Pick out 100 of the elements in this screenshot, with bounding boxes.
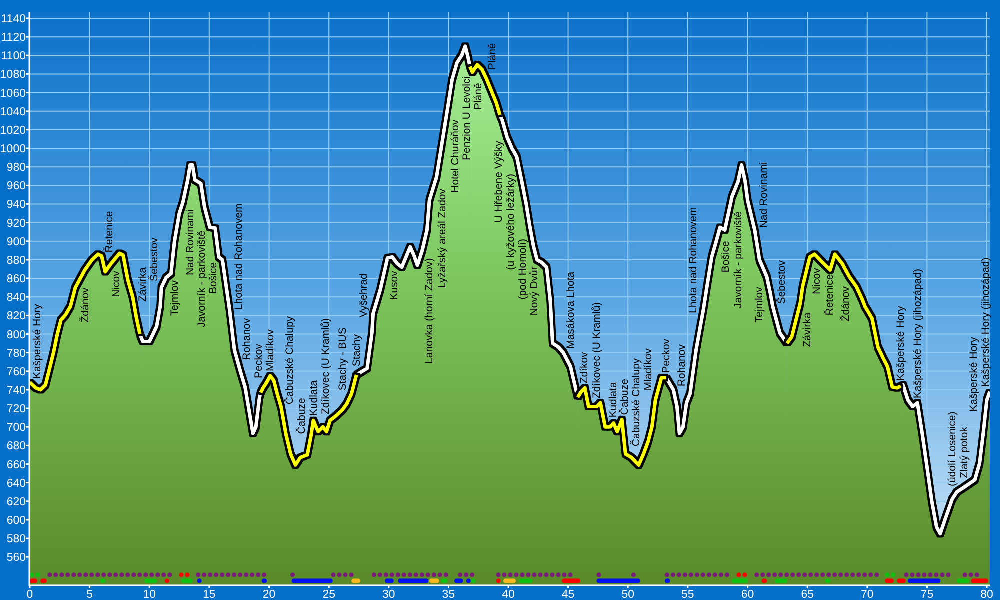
y-tick-label: 1040 bbox=[0, 106, 26, 118]
waypoint-label: Čabuze bbox=[296, 398, 308, 434]
waypoint-label: Šebestov bbox=[148, 238, 161, 282]
x-tick-label: 20 bbox=[262, 589, 276, 600]
x-tick-label: 10 bbox=[143, 589, 156, 600]
waypoint-label: Masákova Lhota bbox=[565, 272, 578, 349]
x-tick-label: 60 bbox=[741, 589, 754, 600]
waypoint-label: Zdíkovec (U Kramlů) bbox=[320, 318, 332, 415]
waypoint-label: (údolí Losenice) bbox=[946, 412, 958, 486]
waypoint-label: Kašperské Hory bbox=[968, 337, 980, 412]
waypoint-label: (u kyžového ležárky) bbox=[505, 174, 517, 270]
y-tick-label: 1020 bbox=[0, 124, 26, 137]
y-tick-label: 940 bbox=[6, 199, 26, 212]
waypoint-label: Řetenice bbox=[824, 274, 836, 316]
waypoint-label: Stachy bbox=[350, 334, 363, 367]
waypoint-label: Pláně bbox=[472, 83, 484, 110]
waypoint-label: Nicov bbox=[811, 268, 823, 294]
waypoint-label: Lhota nad Rohanovem bbox=[688, 207, 700, 314]
y-tick-label: 1100 bbox=[1, 50, 26, 63]
x-tick-label: 35 bbox=[442, 589, 456, 600]
waypoint-label: Závirka bbox=[137, 267, 150, 302]
y-tick-label: 800 bbox=[6, 329, 26, 342]
y-tick-label: 1060 bbox=[0, 88, 26, 100]
y-tick-label: 860 bbox=[6, 274, 26, 286]
waypoint-label: Čabuzské Chalupy bbox=[630, 358, 643, 447]
y-tick-label: 660 bbox=[6, 459, 26, 472]
waypoint-label: Kašperské Hory (jihozápad) bbox=[912, 269, 924, 399]
waypoint-label: Pláně bbox=[486, 43, 498, 70]
waypoint-label: Závirka bbox=[802, 312, 814, 348]
waypoint-label: Lhota nad Rohanovem bbox=[233, 204, 245, 310]
x-tick-label: 55 bbox=[682, 589, 694, 600]
y-tick-label: 740 bbox=[6, 385, 26, 397]
waypoint-label: Bošice bbox=[720, 241, 732, 273]
y-tick-label: 1140 bbox=[1, 14, 26, 26]
y-tick-label: 640 bbox=[6, 478, 26, 490]
waypoint-label: Javorník - parkoviště bbox=[732, 212, 744, 308]
y-tick-label: 700 bbox=[6, 422, 26, 434]
waypoint-label: Čabuzské Chalupy bbox=[284, 316, 296, 405]
waypoint-label: Zlatý potok bbox=[958, 427, 970, 478]
waypoint-label: Rohanov bbox=[676, 344, 688, 387]
y-tick-label: 1120 bbox=[1, 32, 26, 44]
waypoint-label: Nicov bbox=[110, 271, 122, 298]
x-tick-label: 45 bbox=[562, 589, 575, 600]
waypoint-label: Lyžařský areál Zadov bbox=[436, 189, 449, 288]
waypoint-label: Nový Dvůr bbox=[528, 266, 541, 316]
x-tick-label: 0 bbox=[26, 589, 34, 600]
y-tick-label: 580 bbox=[6, 534, 26, 546]
waypoint-label: Penzion U Levolci bbox=[460, 76, 473, 160]
waypoint-label: Kašperské Hory bbox=[32, 304, 44, 379]
x-tick-label: 15 bbox=[203, 589, 216, 600]
x-tick-label: 50 bbox=[622, 589, 634, 600]
waypoint-label: Šebestov bbox=[776, 260, 788, 304]
y-tick-label: 980 bbox=[6, 162, 26, 174]
waypoint-label: Řetenice bbox=[104, 211, 116, 253]
waypoint-label: Stachy - BUS bbox=[337, 328, 349, 391]
waypoint-label: Čabuze bbox=[619, 379, 632, 416]
waypoint-label: Vyšehrad bbox=[358, 274, 370, 318]
waypoint-label: Zdíkovec (U Kramlů) bbox=[591, 302, 603, 399]
y-tick-label: 1080 bbox=[0, 69, 26, 82]
y-tick-label: 880 bbox=[6, 255, 26, 267]
x-tick-label: 70 bbox=[861, 589, 874, 600]
waypoint-label: Bošice bbox=[208, 262, 220, 294]
waypoint-label: Hotel Churáňov bbox=[449, 120, 462, 193]
y-tick-label: 780 bbox=[6, 348, 26, 360]
x-tick-label: 75 bbox=[920, 589, 934, 600]
waypoint-label: Kašperské Hory bbox=[895, 306, 907, 381]
waypoint-label: Ždánov bbox=[840, 286, 852, 322]
waypoint-label: Kusov bbox=[388, 271, 400, 300]
waypoint-label: U Hřebene Výšky bbox=[493, 141, 505, 223]
waypoint-label: Nad Rovinami bbox=[184, 210, 196, 276]
x-tick-label: 65 bbox=[801, 589, 814, 600]
x-tick-label: 30 bbox=[382, 589, 396, 600]
y-tick-label: 840 bbox=[6, 292, 26, 304]
y-tick-label: 960 bbox=[6, 180, 26, 193]
waypoint-label: Mladíkov bbox=[642, 348, 655, 391]
y-tick-label: 920 bbox=[6, 218, 26, 230]
waypoint-label: Tejmlov bbox=[754, 287, 766, 323]
waypoint-label: Zdíkov bbox=[578, 352, 590, 384]
y-tick-label: 1000 bbox=[0, 144, 26, 156]
waypoint-label: Lanovka (horní Zadov) bbox=[424, 258, 436, 364]
waypoint-label: Nad Rovinami bbox=[758, 162, 770, 228]
y-tick-label: 900 bbox=[6, 236, 26, 248]
waypoint-label: Rohanov bbox=[241, 318, 253, 360]
waypoint-label: Peckov bbox=[252, 344, 265, 378]
x-tick-label: 80 bbox=[980, 589, 994, 600]
y-tick-label: 620 bbox=[6, 496, 26, 508]
waypoint-label: Kudlata bbox=[607, 382, 620, 418]
waypoint-label: Kudlata bbox=[308, 380, 320, 416]
x-tick-label: 5 bbox=[86, 589, 93, 600]
y-tick-label: 680 bbox=[6, 440, 26, 453]
y-tick-label: 560 bbox=[6, 552, 26, 564]
y-tick-label: 600 bbox=[6, 515, 26, 527]
y-tick-label: 820 bbox=[6, 310, 26, 323]
x-tick-label: 40 bbox=[502, 589, 515, 600]
waypoint-label: Ždánov bbox=[80, 288, 92, 323]
waypoint-label: Javorník - parkoviště bbox=[196, 230, 208, 328]
y-tick-label: 720 bbox=[6, 404, 26, 416]
waypoint-label: Peckov bbox=[660, 338, 672, 374]
y-tick-label: 760 bbox=[6, 366, 26, 378]
x-tick-label: 25 bbox=[322, 589, 336, 600]
